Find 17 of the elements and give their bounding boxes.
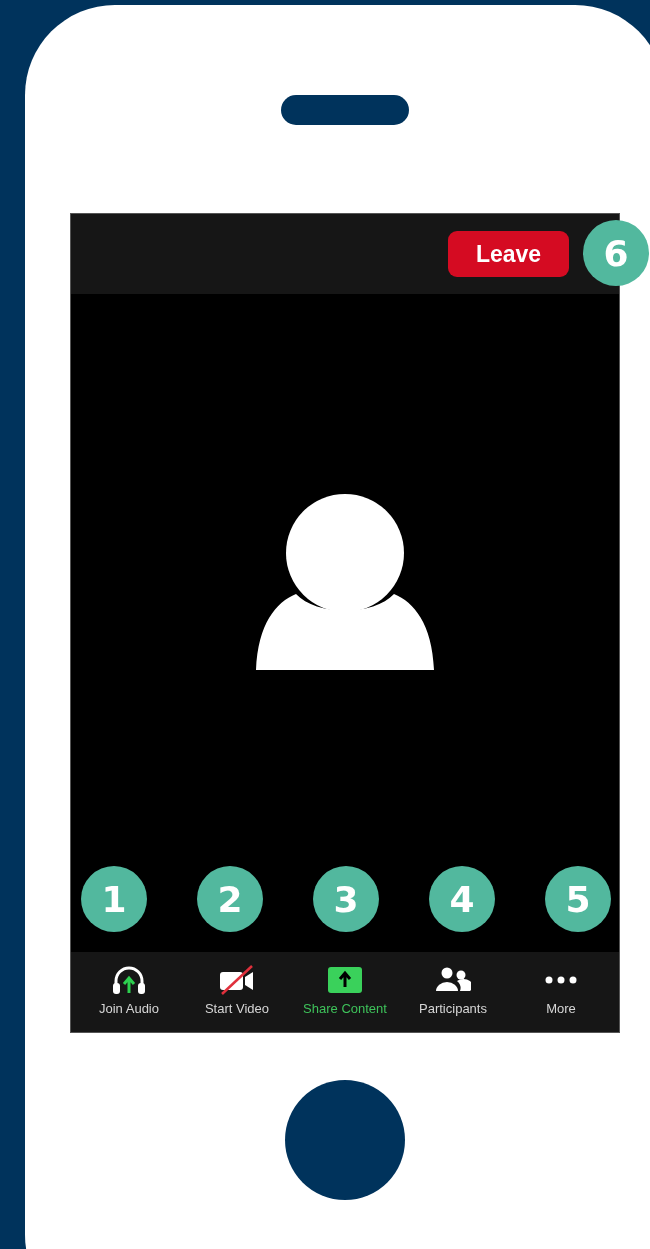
toolbar-button[interactable]: Share Content [291, 952, 399, 1032]
crossed-camera-icon [218, 965, 256, 995]
leave-button[interactable]: Leave [448, 231, 569, 277]
toolbar-button[interactable]: Join Audio [75, 952, 183, 1032]
toolbar-button[interactable]: Start Video [183, 952, 291, 1032]
number-badge: 2 [197, 866, 263, 932]
more-dots-icon [545, 976, 577, 984]
number-badge: 4 [429, 866, 495, 932]
number-badge: 1 [81, 866, 147, 932]
number-badge: 3 [313, 866, 379, 932]
number-badge: 5 [545, 866, 611, 932]
toolbar-button[interactable]: More [507, 952, 615, 1032]
headphones-icon [111, 965, 147, 995]
number-badge: 6 [583, 220, 649, 286]
avatar-silhouette-icon [256, 494, 434, 670]
people-icon [435, 967, 471, 993]
toolbar-button[interactable]: Participants [399, 952, 507, 1032]
